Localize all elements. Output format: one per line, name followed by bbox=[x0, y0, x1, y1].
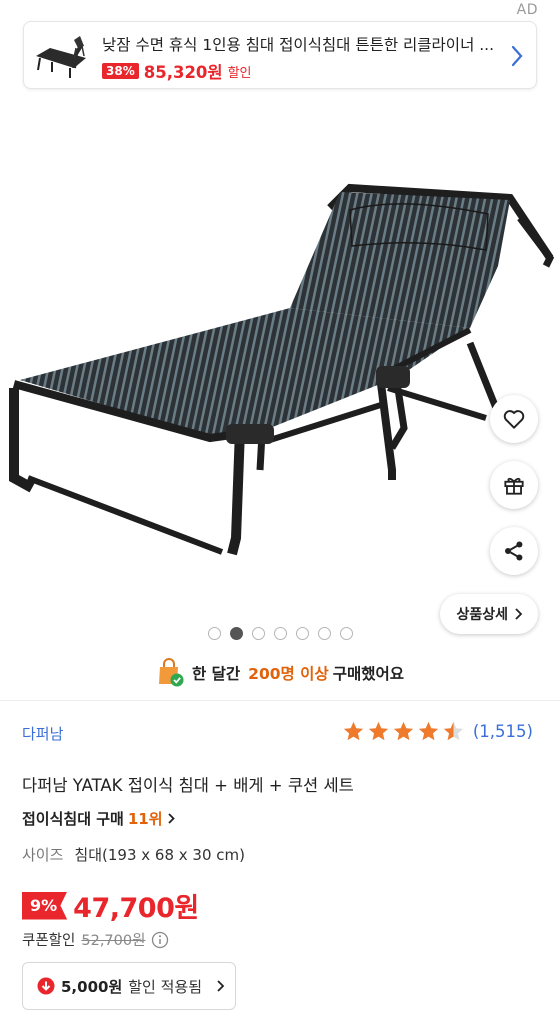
chevron-right-icon[interactable] bbox=[510, 44, 524, 68]
price-row: 9% 47,700원 bbox=[22, 886, 199, 925]
star-icon bbox=[393, 721, 413, 741]
gift-button[interactable] bbox=[490, 461, 538, 509]
star-icon bbox=[368, 721, 388, 741]
product-title: 다퍼남 YATAK 접이식 침대 + 배게 + 쿠션 세트 bbox=[22, 776, 354, 795]
purchase-count: 200명 이상 bbox=[248, 665, 329, 683]
category-rank-link[interactable]: 접이식침대 구매 11위 bbox=[22, 808, 176, 829]
info-icon[interactable] bbox=[151, 931, 169, 949]
star-icon bbox=[443, 721, 463, 741]
share-icon bbox=[505, 541, 523, 561]
coupon-applied-label: 할인 적용됨 bbox=[128, 977, 203, 996]
product-detail-button[interactable]: 상품상세 bbox=[440, 594, 538, 634]
ad-price: 85,320원 bbox=[143, 63, 223, 82]
chevron-right-icon bbox=[515, 608, 523, 620]
ad-title[interactable]: 낮잠 수면 휴식 1인용 침대 접이식침대 튼튼한 리클라이너 ... bbox=[102, 33, 502, 55]
brand-link[interactable]: 다퍼남 bbox=[22, 723, 63, 744]
ad-product-thumbnail bbox=[30, 28, 92, 84]
product-image[interactable] bbox=[0, 118, 560, 613]
divider bbox=[0, 700, 560, 701]
shopping-bag-icon bbox=[158, 658, 184, 687]
product-detail-label: 상품상세 bbox=[456, 607, 508, 623]
rank-value: 11위 bbox=[127, 810, 163, 828]
purchase-suffix: 구매했어요 bbox=[332, 665, 405, 683]
coupon-discount-row: 쿠폰할인 52,700원 bbox=[22, 929, 169, 950]
purchase-count-banner: 한 달간 200명 이상 구매했어요 bbox=[0, 658, 560, 688]
gallery-pagination[interactable] bbox=[208, 627, 353, 640]
option-value: 침대(193 x 68 x 30 cm) bbox=[74, 846, 245, 864]
heart-icon bbox=[503, 410, 525, 429]
chevron-right-icon bbox=[217, 980, 225, 992]
original-price: 52,700원 bbox=[81, 933, 146, 949]
discount-badge: 9% bbox=[22, 891, 68, 920]
gallery-dot[interactable] bbox=[274, 627, 287, 640]
share-button[interactable] bbox=[490, 527, 538, 575]
gallery-dot[interactable] bbox=[340, 627, 353, 640]
ad-banner[interactable]: 낮잠 수면 휴식 1인용 침대 접이식침대 튼튼한 리클라이너 ... 38% … bbox=[23, 21, 537, 89]
ad-price-row: 38% 85,320원 할인 bbox=[102, 59, 252, 83]
coupon-down-arrow-icon bbox=[37, 977, 55, 995]
star-icon bbox=[418, 721, 438, 741]
rank-label: 접이식침대 구매 bbox=[22, 810, 124, 828]
final-price: 47,700원 bbox=[73, 893, 199, 924]
gallery-dot[interactable] bbox=[252, 627, 265, 640]
ad-label: AD bbox=[516, 2, 538, 18]
gallery-dot[interactable] bbox=[230, 627, 243, 640]
ad-discount-badge: 38% bbox=[102, 63, 139, 79]
gallery-dot[interactable] bbox=[318, 627, 331, 640]
gallery-dot[interactable] bbox=[296, 627, 309, 640]
purchase-prefix: 한 달간 bbox=[191, 665, 241, 683]
gallery-dot[interactable] bbox=[208, 627, 221, 640]
coupon-label: 쿠폰할인 bbox=[22, 933, 76, 949]
ad-sale-label: 할인 bbox=[227, 65, 252, 81]
rating-summary[interactable]: (1,515) bbox=[342, 720, 533, 743]
coupon-applied-button[interactable]: 5,000원 할인 적용됨 bbox=[22, 962, 236, 1010]
size-option: 사이즈 침대(193 x 68 x 30 cm) bbox=[22, 844, 245, 865]
option-label: 사이즈 bbox=[22, 846, 64, 864]
review-count[interactable]: (1,515) bbox=[473, 722, 533, 741]
coupon-amount: 5,000원 bbox=[61, 977, 123, 996]
star-icon bbox=[343, 721, 363, 741]
wishlist-button[interactable] bbox=[490, 395, 538, 443]
gift-icon bbox=[504, 477, 524, 495]
chevron-right-icon bbox=[167, 813, 175, 824]
